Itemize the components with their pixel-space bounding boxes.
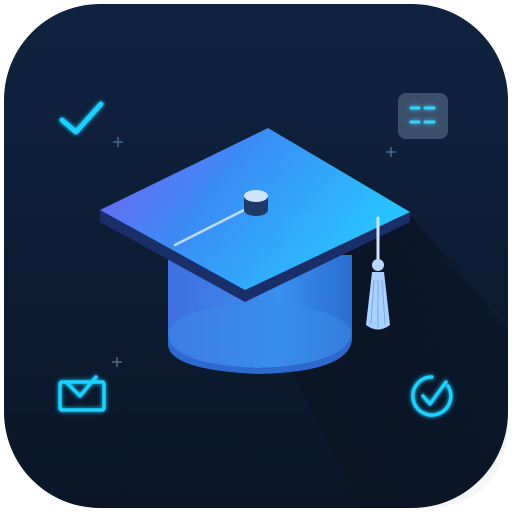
menu-card-icon: [398, 93, 448, 139]
app-icon-canvas: [0, 0, 512, 512]
app-icon-artwork: [4, 4, 508, 508]
